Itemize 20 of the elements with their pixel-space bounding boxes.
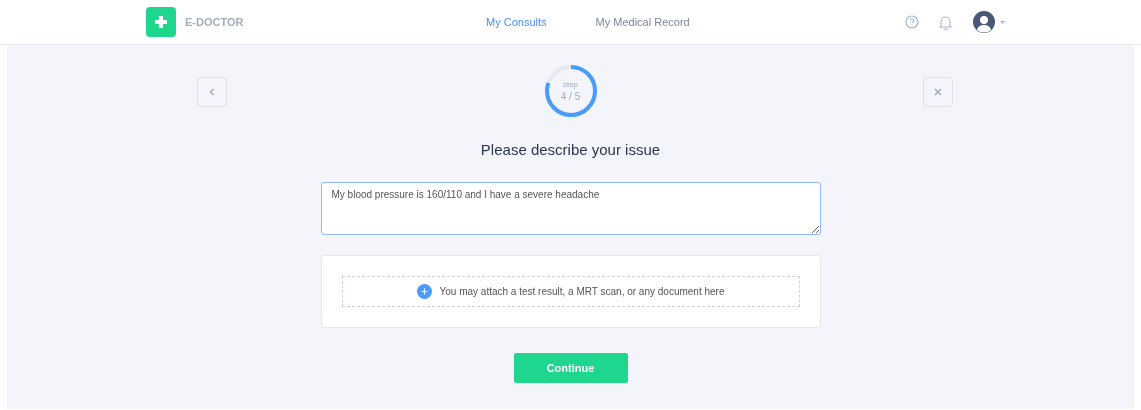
brand-name: E-DOCTOR bbox=[185, 16, 245, 28]
nav-tab[interactable]: My Consults bbox=[486, 16, 547, 28]
help-icon[interactable] bbox=[905, 15, 919, 29]
logo-icon bbox=[146, 7, 176, 37]
caret-icon[interactable] bbox=[1000, 20, 1005, 24]
nav-tab[interactable]: My Medical Record bbox=[595, 16, 690, 28]
progress-ring bbox=[542, 63, 599, 119]
close-button[interactable] bbox=[923, 77, 953, 107]
step-reading: 4 / 5 bbox=[560, 91, 581, 102]
step-caption: step bbox=[562, 80, 579, 89]
back-button[interactable] bbox=[197, 77, 227, 107]
attachment-dropzone[interactable]: You may attach a test result, a MRT scan, or any document here bbox=[341, 276, 800, 307]
notification-icon[interactable] bbox=[939, 14, 952, 30]
add-icon bbox=[416, 284, 432, 299]
avatar-icon[interactable] bbox=[973, 11, 995, 33]
close-icon bbox=[934, 88, 942, 96]
chevron-left-icon bbox=[209, 88, 215, 96]
page-title: Please describe your issue bbox=[480, 141, 661, 158]
issue-field[interactable]: My blood pressure is 160/110 and I have a severe headache bbox=[320, 182, 821, 235]
attachment-hint: You may attach a test result, a MRT scan, or any document here bbox=[439, 286, 725, 297]
